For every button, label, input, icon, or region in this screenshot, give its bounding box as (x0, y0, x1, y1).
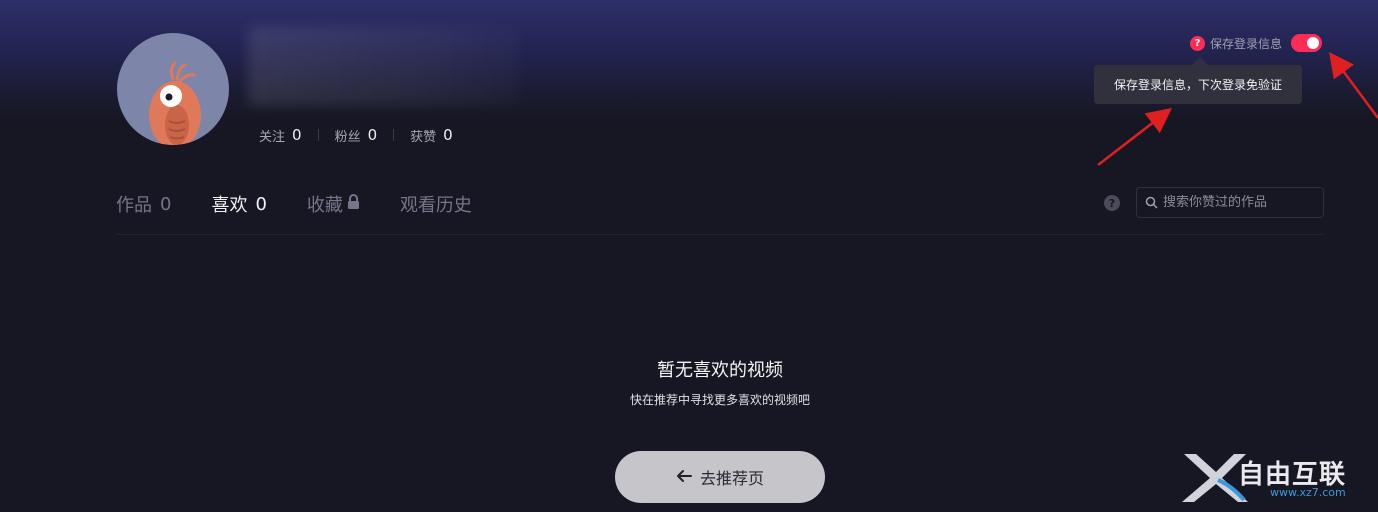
save-login-setting: ? 保存登录信息 (1190, 33, 1323, 53)
help-icon[interactable]: ? (1104, 195, 1120, 211)
stat-followers[interactable]: 粉丝 0 (335, 126, 378, 145)
username-blurred (248, 26, 520, 106)
tab-count: 0 (255, 193, 267, 215)
stat-following[interactable]: 关注 0 (259, 126, 302, 145)
tabs-divider (116, 234, 1324, 235)
watermark-url: www.xz7.com (1270, 486, 1346, 499)
tab-works[interactable]: 作品 0 (116, 191, 171, 217)
tab-likes[interactable]: 喜欢 0 (211, 191, 266, 217)
question-icon[interactable]: ? (1190, 35, 1205, 51)
search-icon (1145, 196, 1158, 209)
stat-label: 获赞 (410, 129, 437, 145)
arrow-left-icon (676, 468, 692, 487)
stat-divider (393, 129, 395, 141)
go-to-recommend-button[interactable]: 去推荐页 (615, 451, 825, 503)
stat-value: 0 (367, 126, 378, 144)
save-login-tooltip: 保存登录信息，下次登录免验证 (1094, 65, 1302, 104)
stat-value: 0 (443, 126, 453, 144)
profile-tabs: 作品 0 喜欢 0 收藏 观看历史 (116, 190, 512, 218)
tab-watch-history[interactable]: 观看历史 (400, 191, 472, 217)
tab-count: 0 (160, 193, 172, 215)
stat-label: 粉丝 (334, 129, 361, 145)
go-to-recommend-label: 去推荐页 (699, 469, 764, 488)
tab-label: 观看历史 (399, 195, 472, 216)
save-login-label: 保存登录信息 (1210, 36, 1283, 51)
avatar[interactable] (117, 33, 229, 145)
tab-label: 收藏 (306, 195, 343, 216)
tab-label: 喜欢 (211, 195, 248, 216)
profile-stats: 关注 0 粉丝 0 获赞 0 (259, 125, 453, 145)
save-login-toggle[interactable] (1291, 34, 1323, 52)
empty-state-title: 暂无喜欢的视频 (657, 360, 783, 381)
watermark-logo: 自由互联 www.xz7.com (1180, 450, 1370, 506)
tooltip-pointer (1192, 57, 1208, 65)
stat-divider (317, 129, 319, 141)
search-input[interactable] (1163, 195, 1323, 210)
lock-icon (347, 193, 360, 215)
empty-state-subtitle: 快在推荐中寻找更多喜欢的视频吧 (629, 393, 810, 407)
tab-label: 作品 (116, 195, 152, 216)
stat-likes: 获赞 0 (410, 126, 453, 145)
avatar-illustration (149, 61, 201, 145)
tab-favorites[interactable]: 收藏 (307, 191, 360, 217)
stat-value: 0 (292, 126, 302, 144)
stat-label: 关注 (259, 129, 286, 145)
search-box (1136, 187, 1324, 218)
toggle-knob (1307, 37, 1320, 49)
